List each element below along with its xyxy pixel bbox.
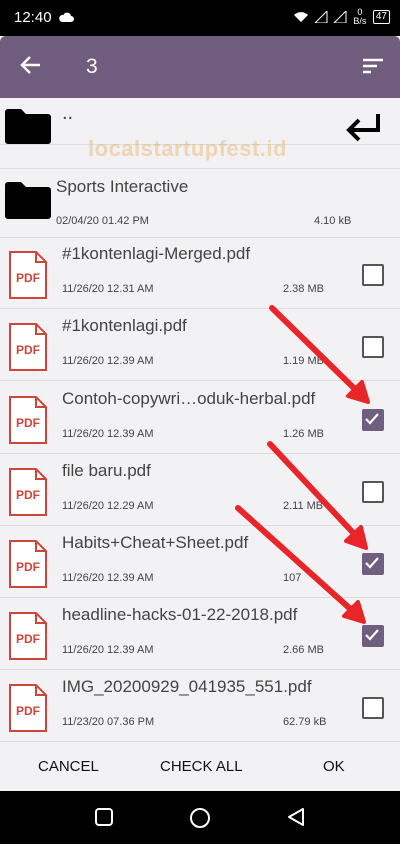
pdf-badge: PDF xyxy=(16,343,40,357)
pdf-file-icon: PDF xyxy=(8,250,48,300)
sort-icon[interactable] xyxy=(362,58,384,79)
status-bar: 12:40 0 B/s 47 xyxy=(0,0,400,36)
pdf-badge: PDF xyxy=(16,416,40,430)
file-size: 107 xyxy=(283,572,302,584)
status-time: 12:40 xyxy=(14,9,52,26)
dialog-footer: CANCEL CHECK ALL OK xyxy=(0,744,400,791)
file-checkbox[interactable] xyxy=(362,336,384,358)
wifi-icon xyxy=(293,12,308,22)
folder-date: 02/04/20 01.42 PM xyxy=(56,215,149,227)
parent-directory-label: .. xyxy=(62,102,74,124)
pdf-badge: PDF xyxy=(16,704,40,718)
pdf-file-icon: PDF xyxy=(8,539,48,589)
file-date: 11/26/20 12.39 AM xyxy=(62,355,154,367)
file-row[interactable]: PDF #1kontenlagi-Merged.pdf 11/26/20 12.… xyxy=(0,236,400,309)
file-row[interactable]: PDF Contoh-copywri…oduk-herbal.pdf 11/26… xyxy=(0,381,400,454)
file-date: 11/26/20 12.29 AM xyxy=(62,500,154,512)
file-date: 11/26/20 12.31 AM xyxy=(62,283,154,295)
net-speed: 0 B/s xyxy=(353,7,367,26)
pdf-file-icon: PDF xyxy=(8,322,48,372)
file-date: 11/23/20 07.36 PM xyxy=(62,716,155,728)
folder-name: Sports Interactive xyxy=(56,177,189,196)
pdf-badge: PDF xyxy=(16,632,40,646)
file-name: file baru.pdf xyxy=(62,461,151,480)
return-icon[interactable] xyxy=(346,112,382,147)
folder-icon xyxy=(5,181,51,224)
file-size: 2.11 MB xyxy=(283,500,324,512)
file-checkbox[interactable] xyxy=(362,481,384,503)
file-size: 1.19 MB xyxy=(283,355,324,367)
file-checkbox[interactable] xyxy=(362,625,384,647)
file-row[interactable]: PDF IMG_20200929_041935_551.pdf 11/23/20… xyxy=(0,669,400,742)
file-name: Habits+Cheat+Sheet.pdf xyxy=(62,533,249,552)
pdf-badge: PDF xyxy=(16,560,40,574)
system-nav-bar xyxy=(0,791,400,844)
file-name: headline-hacks-01-22-2018.pdf xyxy=(62,605,298,624)
pdf-file-icon: PDF xyxy=(8,467,48,517)
watermark: localstartupfest.id xyxy=(88,136,287,161)
folder-size: 4.10 kB xyxy=(314,215,352,227)
check-all-button[interactable]: CHECK ALL xyxy=(160,758,243,775)
home-icon[interactable] xyxy=(189,807,211,834)
file-checkbox[interactable] xyxy=(362,697,384,719)
folder-row[interactable]: Sports Interactive 02/04/20 01.42 PM 4.1… xyxy=(0,168,400,238)
file-name: Contoh-copywri…oduk-herbal.pdf xyxy=(62,389,316,408)
file-date: 11/26/20 12.39 AM xyxy=(62,572,154,584)
pdf-file-icon: PDF xyxy=(8,611,48,661)
file-size: 2.38 MB xyxy=(283,283,324,295)
file-row[interactable]: PDF headline-hacks-01-22-2018.pdf 11/26/… xyxy=(0,597,400,670)
file-name: #1kontenlagi.pdf xyxy=(62,316,187,335)
pdf-file-icon: PDF xyxy=(8,395,48,445)
ok-button[interactable]: OK xyxy=(323,758,345,775)
file-name: IMG_20200929_041935_551.pdf xyxy=(62,677,312,696)
file-size: 1.26 MB xyxy=(283,428,324,440)
signal-icon-2 xyxy=(333,11,347,23)
file-checkbox[interactable] xyxy=(362,409,384,431)
file-date: 11/26/20 12.39 AM xyxy=(62,644,154,656)
battery-icon: 47 xyxy=(372,10,390,24)
file-row[interactable]: PDF file baru.pdf 11/26/20 12.29 AM 2.11… xyxy=(0,453,400,526)
cloud-icon xyxy=(58,10,74,28)
file-checkbox[interactable] xyxy=(362,553,384,575)
recents-icon[interactable] xyxy=(94,807,114,832)
pdf-file-icon: PDF xyxy=(8,683,48,733)
file-name: #1kontenlagi-Merged.pdf xyxy=(62,244,251,263)
toolbar-title: 3 xyxy=(86,55,98,78)
file-size: 62.79 kB xyxy=(283,716,327,728)
toolbar: 3 xyxy=(0,36,400,98)
pdf-badge: PDF xyxy=(16,271,40,285)
cancel-button[interactable]: CANCEL xyxy=(38,758,99,775)
file-picker-dialog: 3 .. localstartupfest.id Sports Interact… xyxy=(0,36,400,791)
back-nav-icon[interactable] xyxy=(286,807,306,832)
file-date: 11/26/20 12.39 AM xyxy=(62,428,154,440)
file-checkbox[interactable] xyxy=(362,264,384,286)
folder-icon xyxy=(5,108,51,149)
pdf-badge: PDF xyxy=(16,488,40,502)
file-size: 2.66 MB xyxy=(283,644,324,656)
file-row[interactable]: PDF Habits+Cheat+Sheet.pdf 11/26/20 12.3… xyxy=(0,525,400,598)
file-row[interactable]: PDF #1kontenlagi.pdf 11/26/20 12.39 AM 1… xyxy=(0,308,400,381)
back-arrow-icon[interactable] xyxy=(18,52,44,83)
signal-icon xyxy=(314,11,328,23)
status-right: 0 B/s 47 xyxy=(293,8,390,26)
